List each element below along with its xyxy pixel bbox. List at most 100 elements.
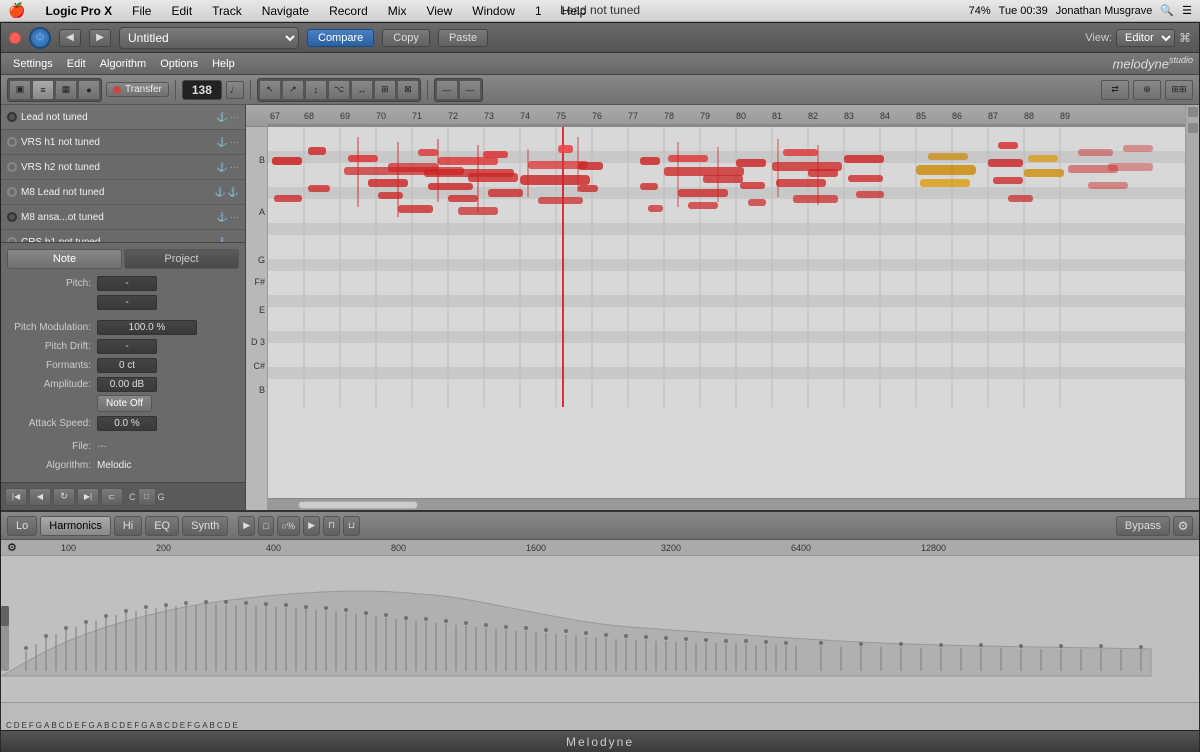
- menu-navigate[interactable]: Navigate: [258, 4, 313, 18]
- track-item[interactable]: Lead not tuned ⚓ ⋯: [1, 105, 245, 130]
- note-off-button[interactable]: Note Off: [97, 395, 152, 412]
- zoom-in-icon[interactable]: [1188, 107, 1198, 117]
- piano-keyboard[interactable]: C D E F G A B C D E F G A B C D E F G A: [1, 702, 1199, 730]
- tool-extra-1[interactable]: —: [436, 80, 458, 100]
- key-a[interactable]: A: [43, 721, 50, 730]
- attack-speed-value[interactable]: 0.0 %: [97, 416, 157, 431]
- spectral-content[interactable]: [1, 556, 1199, 702]
- track-link-icon[interactable]: ⚓: [217, 137, 228, 148]
- copy-button[interactable]: Copy: [382, 29, 430, 47]
- formants-value[interactable]: 0 ct: [97, 358, 157, 373]
- loop-marker[interactable]: □: [138, 488, 156, 506]
- project-title-dropdown[interactable]: Untitled: [119, 27, 299, 49]
- tool-split[interactable]: ⌥: [328, 80, 350, 100]
- menu-extras-icon[interactable]: ☰: [1182, 4, 1192, 17]
- app-menu-help[interactable]: Help: [206, 56, 241, 72]
- app-menu-settings[interactable]: Settings: [7, 56, 59, 72]
- app-menu-algorithm[interactable]: Algorithm: [94, 56, 152, 72]
- key-e3[interactable]: E: [126, 721, 133, 730]
- menu-view[interactable]: View: [422, 4, 456, 18]
- track-item[interactable]: M8 Lead not tuned ⚓ ⚓: [1, 180, 245, 205]
- track-play-icon[interactable]: ⋯: [230, 112, 239, 123]
- tool-extra-2[interactable]: —: [459, 80, 481, 100]
- pitch-mod-value[interactable]: 100.0 %: [97, 320, 197, 335]
- track-item[interactable]: VRS h2 not tuned ⚓ ⋯: [1, 155, 245, 180]
- menu-window[interactable]: Window: [468, 4, 519, 18]
- track-play-icon[interactable]: ⋯: [230, 137, 239, 148]
- track-item[interactable]: M8 ansa...ot tuned ⚓ ⋯: [1, 205, 245, 230]
- hi-tab[interactable]: Hi: [114, 516, 142, 536]
- pitch-value[interactable]: -: [97, 276, 157, 291]
- menu-1[interactable]: 1: [531, 4, 546, 18]
- tool-grid[interactable]: ▦: [55, 80, 77, 100]
- key-g2[interactable]: G: [88, 721, 96, 730]
- bypass-button[interactable]: Bypass: [1116, 516, 1170, 536]
- key-f4[interactable]: F: [186, 721, 193, 730]
- tool-tuner[interactable]: ⇄: [1101, 80, 1129, 100]
- key-c3[interactable]: C: [110, 721, 118, 730]
- app-menu-options[interactable]: Options: [154, 56, 204, 72]
- key-b[interactable]: B: [50, 721, 57, 730]
- window-close-button[interactable]: [9, 32, 21, 44]
- next-button[interactable]: ▶: [89, 29, 111, 47]
- play-btn[interactable]: ▶: [238, 516, 255, 536]
- metronome-icon[interactable]: ♩: [226, 81, 244, 99]
- search-icon[interactable]: 🔍: [1160, 4, 1174, 17]
- tool-select[interactable]: ↖: [259, 80, 281, 100]
- menu-record[interactable]: Record: [325, 4, 372, 18]
- track-link-icon[interactable]: ⚓: [217, 162, 228, 173]
- track-link-icon[interactable]: ⚓: [215, 187, 226, 198]
- key-a3[interactable]: A: [148, 721, 155, 730]
- key-g[interactable]: G: [35, 721, 43, 730]
- tool-formant[interactable]: ⊞: [374, 80, 396, 100]
- track-link-icon[interactable]: ⚓: [217, 112, 228, 123]
- link-button[interactable]: ⌘: [1179, 31, 1191, 45]
- loop-set-btn[interactable]: ⊏: [101, 488, 123, 506]
- key-a4[interactable]: A: [201, 721, 208, 730]
- key-b2[interactable]: B: [103, 721, 110, 730]
- amplitude-value[interactable]: 0.00 dB: [97, 377, 157, 392]
- tool-time[interactable]: ↔: [351, 80, 373, 100]
- horizontal-scrollbar[interactable]: [268, 498, 1199, 510]
- loop-end-btn[interactable]: ▶|: [77, 488, 99, 506]
- prev-button[interactable]: ◀: [59, 29, 81, 47]
- eq-tab[interactable]: EQ: [145, 516, 179, 536]
- compare-button[interactable]: Compare: [307, 29, 374, 47]
- tool-grid-snap[interactable]: ⊕: [1133, 80, 1161, 100]
- key-f[interactable]: F: [28, 721, 35, 730]
- key-e2[interactable]: E: [73, 721, 80, 730]
- menu-edit[interactable]: Edit: [167, 4, 196, 18]
- key-g4[interactable]: G: [193, 721, 201, 730]
- key-c5[interactable]: C: [216, 721, 224, 730]
- menu-mix[interactable]: Mix: [384, 4, 411, 18]
- key-d2[interactable]: D: [66, 721, 74, 730]
- tool-record[interactable]: ●: [78, 80, 100, 100]
- transfer-badge[interactable]: Transfer: [106, 82, 169, 97]
- tool-arrow[interactable]: ↗: [282, 80, 304, 100]
- view-mode-dropdown[interactable]: Editor: [1116, 29, 1175, 47]
- tempo-display[interactable]: 138: [182, 80, 222, 100]
- pitch-drift-value[interactable]: -: [97, 339, 157, 354]
- key-e5[interactable]: E: [231, 721, 238, 730]
- pitch-value-2[interactable]: -: [97, 295, 157, 310]
- tool-amplitude[interactable]: ⊠: [397, 80, 419, 100]
- track-item[interactable]: VRS h1 not tuned ⚓ ⋯: [1, 130, 245, 155]
- key-d5[interactable]: D: [224, 721, 232, 730]
- power-button[interactable]: ⏻: [29, 27, 51, 49]
- spectral-display[interactable]: ⚙ 100 200 400 800 1600 3200 6400 12800: [1, 540, 1199, 730]
- app-menu-edit[interactable]: Edit: [61, 56, 92, 72]
- tool-pitch[interactable]: ↕: [305, 80, 327, 100]
- key-e4[interactable]: E: [179, 721, 186, 730]
- tool-lines[interactable]: ≡: [32, 80, 54, 100]
- track-link-icon[interactable]: ⚓: [217, 212, 228, 223]
- grid-area[interactable]: [268, 127, 1199, 510]
- key-c[interactable]: C: [5, 721, 13, 730]
- zoom-out-icon[interactable]: [1188, 123, 1198, 133]
- project-tab[interactable]: Project: [124, 249, 239, 269]
- key-f3[interactable]: F: [133, 721, 140, 730]
- loop-btn[interactable]: ○%: [277, 516, 300, 536]
- synth-tab[interactable]: Synth: [182, 516, 228, 536]
- key-a2[interactable]: A: [96, 721, 103, 730]
- tool-waveform[interactable]: ▣: [9, 80, 31, 100]
- key-b4[interactable]: B: [209, 721, 216, 730]
